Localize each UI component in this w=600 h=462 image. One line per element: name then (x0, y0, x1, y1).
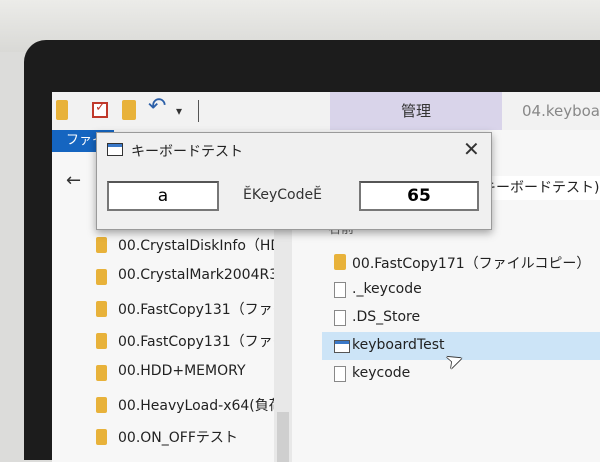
folder-icon (96, 237, 107, 253)
file-name: ._keycode (352, 281, 422, 297)
address-bar[interactable]: キーボードテスト) (482, 176, 600, 200)
back-arrow-icon[interactable]: ← (66, 170, 81, 191)
tree-item[interactable]: 00.CrystalMark2004R3(: (88, 262, 274, 292)
keycode-label: ĔKeyCodeĔ (243, 187, 322, 203)
navigation-tree: 00.CrystalDiskInfo（HD 00.CrystalMark2004… (88, 230, 274, 462)
scrollbar-thumb[interactable] (277, 412, 289, 462)
folder-icon (96, 397, 107, 413)
folder-icon (334, 254, 346, 270)
tree-item-label: 00.FastCopy131（ファイ (118, 334, 274, 350)
tree-item-label: 00.ON_OFFテスト (118, 430, 238, 446)
tree-scrollbar[interactable] (274, 230, 292, 462)
file-row[interactable]: 00.FastCopy171（ファイルコピー） (322, 248, 600, 276)
toolbar-divider (198, 100, 199, 122)
keycode-value-field[interactable]: 65 (359, 181, 479, 211)
checkmark-icon[interactable] (92, 100, 108, 118)
close-icon[interactable]: ✕ (463, 137, 480, 161)
file-name: 00.FastCopy171（ファイルコピー） (352, 256, 591, 272)
file-name: keyboardTest (352, 337, 445, 353)
app-icon (107, 143, 123, 156)
file-name: keycode (352, 365, 411, 381)
quick-access-toolbar: ↶ ▾ (52, 92, 600, 130)
file-icon (334, 310, 346, 326)
tree-item-label: 00.CrystalMark2004R3(: (118, 267, 274, 283)
window-title: 04.keyboar (522, 102, 600, 120)
file-name: .DS_Store (352, 309, 421, 325)
tree-item[interactable]: 00.FastCopy131（ファイ (88, 294, 274, 324)
file-icon (334, 282, 346, 298)
tab-manage[interactable]: 管理 (330, 92, 502, 130)
folder-icon (96, 269, 107, 285)
tree-item[interactable]: 00.ON_OFFテスト (88, 422, 274, 452)
tree-item-label: 00.CrystalDiskInfo（HD (118, 238, 274, 254)
tree-item-label: 00.HeavyLoad-x64(負荷 (118, 398, 274, 414)
tree-item[interactable]: 00.FastCopy131（ファイ (88, 326, 274, 356)
key-char-field[interactable]: a (107, 181, 219, 211)
tree-item[interactable]: 00.HDD+MEMORY (88, 358, 274, 388)
dropdown-icon[interactable]: ▾ (176, 104, 188, 124)
folder-icon[interactable] (122, 100, 136, 120)
folder-icon (96, 429, 107, 445)
screen: ↶ ▾ 管理 04.keyboar ファイ ← キーボードテスト) ^ 名前 0… (52, 92, 600, 462)
undo-icon[interactable]: ↶ (148, 94, 170, 119)
folder-icon (96, 333, 107, 349)
app-icon (334, 340, 350, 353)
tree-item[interactable]: 00.HeavyLoad-x64(負荷 (88, 390, 274, 420)
dialog-title: キーボードテスト (131, 144, 243, 160)
keyboard-test-dialog: キーボードテスト ✕ a ĔKeyCodeĔ 65 (96, 132, 492, 230)
tree-item-label: 00.HDD+MEMORY (118, 363, 246, 379)
file-row[interactable]: .DS_Store (322, 304, 600, 332)
tree-item[interactable]: 00.CrystalDiskInfo（HD (88, 230, 274, 260)
folder-icon (96, 301, 107, 317)
tree-item-label: 00.FastCopy131（ファイ (118, 302, 274, 318)
file-row[interactable]: ._keycode (322, 276, 600, 304)
folder-icon (96, 365, 107, 381)
file-icon (334, 366, 346, 382)
folder-icon[interactable] (56, 100, 68, 120)
